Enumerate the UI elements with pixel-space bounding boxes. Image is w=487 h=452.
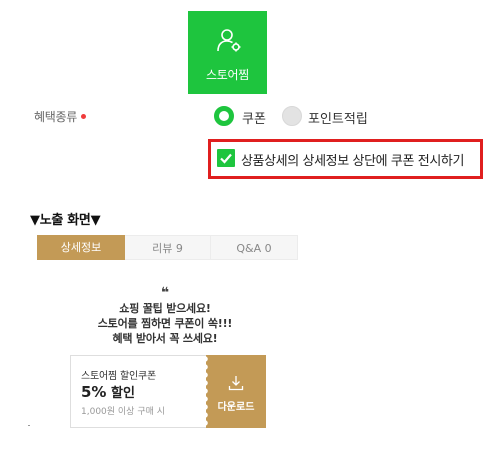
display-coupon-checkbox[interactable] xyxy=(217,149,235,167)
exposure-screen-title: ▼노출 화면▼ xyxy=(30,213,101,228)
download-icon xyxy=(227,374,245,396)
display-coupon-label[interactable]: 상품상세의 상세정보 상단에 쿠폰 전시하기 xyxy=(241,150,464,169)
coupon-body: 스토어찜 할인쿠폰 5% 할인 1,000원 이상 구매 시 xyxy=(70,355,206,428)
quote-mark: ❝ xyxy=(160,285,170,301)
benefit-type-label: 혜택종류 xyxy=(34,108,86,125)
checkmark-icon xyxy=(220,153,232,164)
coupon-download-button[interactable]: 다운로드 xyxy=(205,355,266,428)
radio-points[interactable] xyxy=(282,106,302,126)
radio-points-label[interactable]: 포인트적립 xyxy=(308,108,368,127)
tab-review[interactable]: 리뷰 9 xyxy=(125,235,211,260)
coupon-discount-text: 할인 xyxy=(111,386,135,401)
tab-detail-info[interactable]: 상세정보 xyxy=(37,235,125,260)
promo-line: 혜택 받아서 꼭 쓰세요! xyxy=(112,332,218,345)
coupon-name: 스토어찜 할인쿠폰 xyxy=(81,371,156,382)
coupon-card: 스토어찜 할인쿠폰 5% 할인 1,000원 이상 구매 시 다운로드 xyxy=(70,355,266,428)
coupon-perforation xyxy=(205,355,211,428)
coupon-discount: 5% 할인 xyxy=(81,382,135,401)
coupon-condition: 1,000원 이상 구매 시 xyxy=(81,407,166,417)
promo-line: 스토어를 찜하면 쿠폰이 쏙!!! xyxy=(97,317,233,330)
radio-coupon-label[interactable]: 쿠폰 xyxy=(242,108,266,127)
tab-qa[interactable]: Q&A 0 xyxy=(211,235,298,260)
benefit-type-text: 혜택종류 xyxy=(34,110,77,124)
radio-coupon[interactable] xyxy=(214,106,234,126)
coupon-discount-value: 5% xyxy=(81,383,107,401)
divider-mark xyxy=(28,425,30,426)
store-favorite-label: 스토어찜 xyxy=(206,68,249,82)
required-dot xyxy=(80,114,86,119)
download-label: 다운로드 xyxy=(217,402,255,413)
store-favorite-tile[interactable]: 스토어찜 xyxy=(188,11,267,94)
promo-line: 쇼핑 꿀팁 받으세요! xyxy=(119,302,211,315)
user-gear-icon xyxy=(216,27,242,53)
